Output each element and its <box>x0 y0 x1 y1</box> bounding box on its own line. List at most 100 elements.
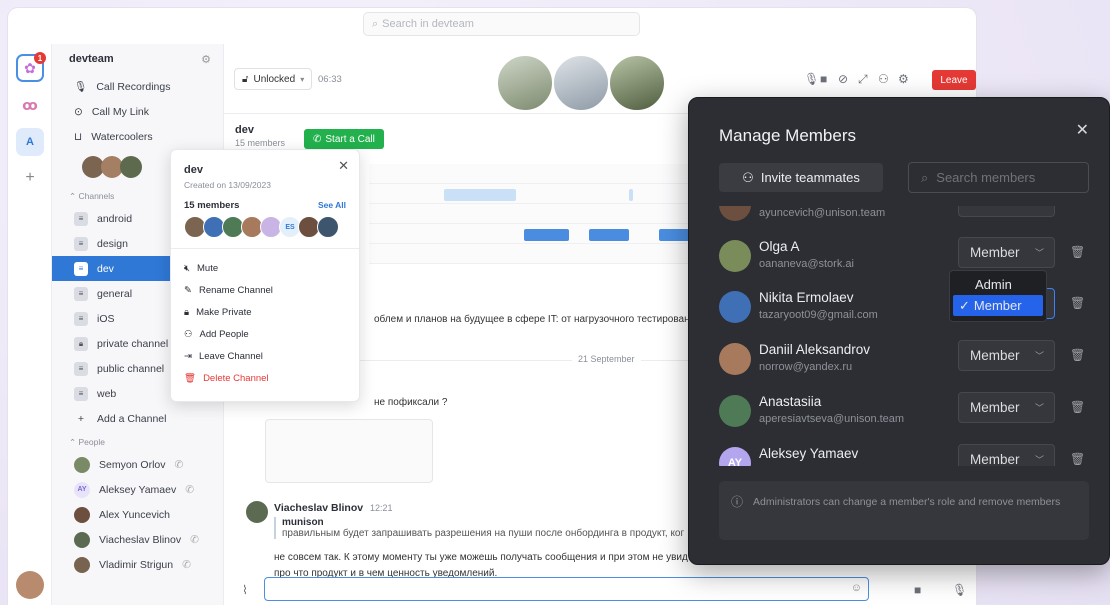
sidebar-person-vladimir-strigun[interactable]: Vladimir Strigun ✆ <box>52 552 223 577</box>
start-call-button[interactable]: ✆ Start a Call <box>304 129 384 149</box>
role-select[interactable]: Member﹀ <box>958 206 1055 217</box>
message-input[interactable]: ☺ <box>264 577 869 601</box>
sidebar-person-semyon-orlov[interactable]: Semyon Orlov ✆ <box>52 452 223 477</box>
see-all-link[interactable]: See All <box>318 200 346 211</box>
invite-teammates-button[interactable]: ⚇ Invite teammates <box>719 163 883 192</box>
add-person-icon[interactable]: ⚇ <box>878 72 889 86</box>
participant-video[interactable] <box>552 54 610 112</box>
sidebar-item-label: Call My Link <box>91 105 149 118</box>
video-message-icon[interactable]: ■ <box>914 583 921 597</box>
channel-icon: ≡ <box>74 236 88 251</box>
delete-channel-menu-item[interactable]: 🗑︎ Delete Channel <box>184 367 346 389</box>
message-text: облем и планов на будущее в сфере IT: от… <box>374 314 690 325</box>
add-people-menu-item[interactable]: ⚇ Add People <box>184 323 346 345</box>
trash-icon[interactable]: 🗑︎ <box>1070 296 1085 310</box>
avatar <box>317 216 339 238</box>
channel-icon: ≡ <box>74 286 88 301</box>
role-select[interactable]: Member﹀ <box>958 444 1055 466</box>
chevron-down-icon: ﹀ <box>1034 455 1044 465</box>
sidebar-item-call-recordings[interactable]: 🎙︎ Call Recordings <box>52 74 223 99</box>
avatar <box>74 531 90 548</box>
rename-channel-menu-item[interactable]: ✎ Rename Channel <box>184 279 346 301</box>
trash-icon[interactable]: 🗑︎ <box>1070 245 1085 259</box>
role-select[interactable]: Member﹀ <box>958 340 1055 371</box>
gear-icon[interactable]: ⚙ <box>898 72 909 86</box>
members-list: ayuncevich@unison.team Member﹀ Olga A oa… <box>689 206 1109 466</box>
message-image-attachment[interactable] <box>265 419 433 483</box>
unison-logo-icon: ✿ <box>24 59 36 76</box>
member-name: Daniil Aleksandrov <box>759 342 871 357</box>
role-select[interactable]: Member﹀ <box>958 392 1055 423</box>
channel-icon: ≡ <box>74 311 88 326</box>
mute-channel-menu-item[interactable]: 🔇︎ Mute <box>184 257 346 279</box>
trash-icon: 🗑︎ <box>184 372 197 384</box>
leave-channel-menu-item[interactable]: ⇥ Leave Channel <box>184 345 346 367</box>
channel-icon: ≡ <box>74 261 88 276</box>
avatar <box>719 343 751 375</box>
workspace-second[interactable]: ꝏ <box>16 91 44 119</box>
close-icon[interactable]: ✕ <box>338 158 349 174</box>
channel-members-count[interactable]: 15 members <box>235 138 285 148</box>
lock-toggle-button[interactable]: 🔓︎ Unlocked ▾ <box>234 68 313 90</box>
member-row: Anastasiia aperesiavtseva@unison.team Me… <box>719 388 1089 440</box>
mic-icon[interactable]: 🎙︎ <box>804 72 819 86</box>
sidebar-item-label: dev <box>97 262 114 275</box>
add-workspace-button[interactable]: + <box>16 164 44 192</box>
attach-icon[interactable]: ⌇ <box>242 583 248 597</box>
link-icon: ⊙ <box>74 105 83 118</box>
manage-members-modal: Manage Members ✕ ⚇ Invite teammates ⌕ Se… <box>688 97 1110 565</box>
channel-icon: ≡ <box>74 361 88 376</box>
popup-members-header: 15 members See All <box>184 200 346 211</box>
global-search-input[interactable]: ⌕ Search in devteam <box>363 12 640 36</box>
workspace-unison[interactable]: ✿ 1 <box>16 52 46 82</box>
trash-icon[interactable]: 🗑︎ <box>1070 452 1085 466</box>
sidebar-item-call-my-link[interactable]: ⊙ Call My Link <box>52 99 223 124</box>
leave-call-button[interactable]: Leave <box>932 70 976 90</box>
chevron-down-icon: ﹀ <box>1035 206 1044 208</box>
camera-icon[interactable]: ■ <box>820 72 827 86</box>
sidebar-person-viacheslav-blinov[interactable]: Viacheslav Blinov ✆ <box>52 527 223 552</box>
emoji-icon[interactable]: ☺ <box>851 582 862 594</box>
sidebar-item-watercoolers[interactable]: ⊔ Watercoolers <box>52 124 223 149</box>
chevron-down-icon: ﹀ <box>1034 351 1044 361</box>
workspace-a[interactable]: A <box>16 128 44 156</box>
participant-video[interactable] <box>496 54 554 112</box>
popup-member-avatars[interactable]: ES <box>184 216 346 238</box>
search-members-input[interactable]: ⌕ Search members <box>908 162 1089 193</box>
voice-message-icon[interactable]: 🎙︎ <box>952 583 967 597</box>
sidebar-item-label: Call Recordings <box>96 80 171 93</box>
screen-share-off-icon[interactable]: ⊘ <box>838 72 848 86</box>
cup-icon: ⊔ <box>74 130 83 143</box>
make-private-menu-item[interactable]: 🔒︎ Make Private <box>184 301 346 323</box>
phone-icon: ✆ <box>313 133 322 145</box>
sidebar-person-aleksey-yamaev[interactable]: AY Aleksey Yamaev ✆ <box>52 477 223 502</box>
sidebar-item-label: web <box>97 387 117 400</box>
popup-channel-name: dev <box>184 164 203 176</box>
chevron-down-icon: ﹀ <box>1034 403 1044 413</box>
add-channel-button[interactable]: + Add a Channel <box>52 406 223 431</box>
participant-video[interactable] <box>608 54 666 112</box>
settings-icon[interactable]: ⚙ <box>201 53 211 66</box>
close-icon[interactable]: ✕ <box>1076 120 1089 140</box>
sidebar-item-label: design <box>97 237 128 250</box>
trash-icon[interactable]: 🗑︎ <box>1070 400 1085 414</box>
fullscreen-icon[interactable]: ⤢ <box>858 72 868 87</box>
timeline-bar <box>629 189 633 201</box>
timeline-bar <box>659 229 689 241</box>
sidebar-item-label: iOS <box>97 312 115 325</box>
role-option-member[interactable]: ✓ Member <box>953 295 1043 316</box>
popup-members-count: 15 members <box>184 200 240 211</box>
person-name: Vladimir Strigun <box>99 558 174 571</box>
current-user-avatar[interactable] <box>16 571 44 599</box>
member-name: Anastasiia <box>759 394 822 409</box>
role-select[interactable]: Member﹀ <box>958 237 1055 268</box>
avatar <box>120 156 142 178</box>
channel-icon: ≡ <box>74 211 88 226</box>
people-section-header[interactable]: ⌃ People <box>52 431 223 452</box>
trash-icon[interactable]: 🗑︎ <box>1070 348 1085 362</box>
sidebar-person-alex-yuncevich[interactable]: Alex Yuncevich <box>52 502 223 527</box>
member-row: ayuncevich@unison.team Member﹀ <box>719 206 1089 234</box>
role-option-admin[interactable]: Admin <box>953 274 1043 295</box>
timeline-bar <box>444 189 516 201</box>
lock-icon: 🔒︎ <box>184 306 190 318</box>
